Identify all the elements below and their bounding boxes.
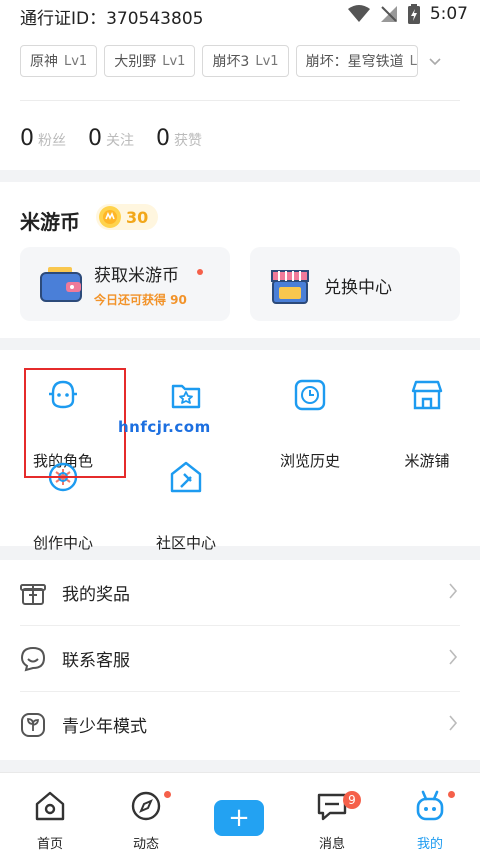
tab-messages[interactable]: 9 消息 [284, 773, 380, 854]
tab-label: 我的 [416, 837, 443, 852]
game-tag[interactable]: 崩坏：星穹铁道 L [295, 45, 418, 77]
earn-coins-title: 获取米游币 [94, 266, 179, 286]
list-item-prizes[interactable]: 我的奖品 [0, 560, 480, 626]
compass-icon [131, 791, 161, 821]
game-tag-name: 大别野 [114, 54, 157, 70]
coins-title: 米游币 [20, 210, 80, 234]
profile-icon [416, 790, 444, 821]
chevron-right-icon [449, 715, 458, 731]
earn-coins-card[interactable]: 获取米游币 今日还可获得 90 [20, 247, 230, 321]
tab-home[interactable]: 首页 [2, 773, 98, 854]
grid-item-label: 浏览历史 [279, 452, 340, 470]
home-icon [35, 791, 65, 821]
watermark: hnfcjr.com [118, 418, 211, 436]
chevron-right-icon [449, 649, 458, 665]
grid-item-label: 社区中心 [155, 534, 216, 552]
list-item-customer-service[interactable]: 联系客服 [0, 626, 480, 692]
game-tag[interactable]: 原神 Lv1 [20, 45, 98, 77]
chevron-right-icon [449, 583, 458, 599]
grid-item-community[interactable]: 社区中心 [131, 460, 241, 552]
pass-id: 通行证ID：370543805 [20, 9, 204, 29]
stat-value: 0 [156, 126, 170, 151]
wallet-icon [40, 267, 82, 302]
game-tag[interactable]: 崩坏3 Lv1 [202, 45, 289, 77]
game-tag-level: L [409, 53, 417, 69]
chevron-down-icon[interactable] [428, 57, 442, 67]
earn-coins-subtitle: 今日还可获得 90 [94, 293, 187, 307]
stat-following[interactable]: 0 关注 [88, 126, 134, 151]
follow-stats: 0 粉丝 0 关注 0 获赞 [20, 126, 202, 151]
game-tag-name: 崩坏：星穹铁道 [305, 54, 404, 70]
stat-likes[interactable]: 0 获赞 [156, 126, 202, 151]
status-icons: 5:07 [347, 4, 468, 24]
tab-profile[interactable]: 我的 [382, 773, 478, 854]
stat-fans[interactable]: 0 粉丝 [20, 126, 66, 151]
youth-icon [21, 713, 45, 737]
stat-value: 0 [88, 126, 102, 151]
list-item-youth-mode[interactable]: 青少年模式 [0, 692, 480, 758]
stat-label: 关注 [106, 133, 134, 149]
game-tag-level: Lv1 [162, 53, 186, 69]
clock: 5:07 [429, 4, 468, 24]
list-item-label: 青少年模式 [62, 717, 147, 737]
notification-dot [448, 791, 455, 798]
grid-item-label: 创作中心 [32, 534, 93, 552]
tab-label: 消息 [318, 837, 345, 852]
game-tags: 原神 Lv1 大别野 Lv1 崩坏3 Lv1 崩坏：星穹铁道 L [20, 45, 418, 77]
unread-badge: 9 [343, 791, 361, 809]
shop-icon [411, 380, 443, 410]
highlight-box [24, 368, 126, 478]
tab-label: 首页 [36, 837, 63, 852]
service-icon [20, 646, 46, 672]
battery-icon [407, 4, 420, 24]
gift-icon [20, 584, 46, 605]
game-tag-name: 崩坏3 [212, 54, 250, 70]
coin-icon [99, 206, 121, 228]
divider [20, 100, 460, 101]
list-item-label: 联系客服 [62, 651, 130, 671]
game-tag-name: 原神 [30, 54, 58, 70]
stat-label: 获赞 [174, 133, 202, 149]
status-bar: 通行证ID：370543805 5:07 [0, 0, 480, 34]
game-tag-level: Lv1 [64, 53, 88, 69]
feature-grid: 我的角色 浏览历史 米游铺 创作中心 社区中心 [0, 350, 480, 552]
exchange-center-title: 兑换中心 [324, 278, 392, 298]
community-icon [170, 461, 202, 493]
wifi-icon [347, 5, 370, 22]
tab-label: 动态 [132, 837, 159, 852]
notification-dot [197, 269, 203, 275]
store-icon [271, 270, 309, 304]
history-icon [294, 379, 326, 411]
stat-label: 粉丝 [38, 133, 66, 149]
notification-dot [164, 791, 171, 798]
stat-value: 0 [20, 126, 34, 151]
game-tag[interactable]: 大别野 Lv1 [104, 45, 196, 77]
bottom-tab-bar: 首页 动态 + 9 消息 我的 [0, 772, 480, 854]
profile-header: 通行证ID：370543805 5:07 原神 Lv1 大别野 Lv1 崩坏3 Lv1… [0, 0, 480, 170]
create-post-button[interactable]: + [214, 800, 264, 836]
coin-balance-value: 30 [126, 207, 149, 227]
grid-item-history[interactable]: 浏览历史 [255, 378, 365, 470]
settings-list: 我的奖品 联系客服 青少年模式 [0, 560, 480, 760]
exchange-center-card[interactable]: 兑换中心 [250, 247, 460, 321]
list-item-label: 我的奖品 [62, 585, 130, 605]
coins-section: 米游币 30 获取米游币 今日还可获得 90 兑换中心 [0, 182, 480, 338]
tab-feed[interactable]: 动态 [98, 773, 194, 854]
coin-balance: 30 [96, 204, 159, 230]
favorites-icon [171, 384, 201, 409]
grid-item-label: 米游铺 [404, 452, 450, 470]
game-tag-level: Lv1 [255, 53, 279, 69]
grid-item-shop[interactable]: 米游铺 [372, 378, 480, 470]
signal-icon [380, 6, 397, 22]
